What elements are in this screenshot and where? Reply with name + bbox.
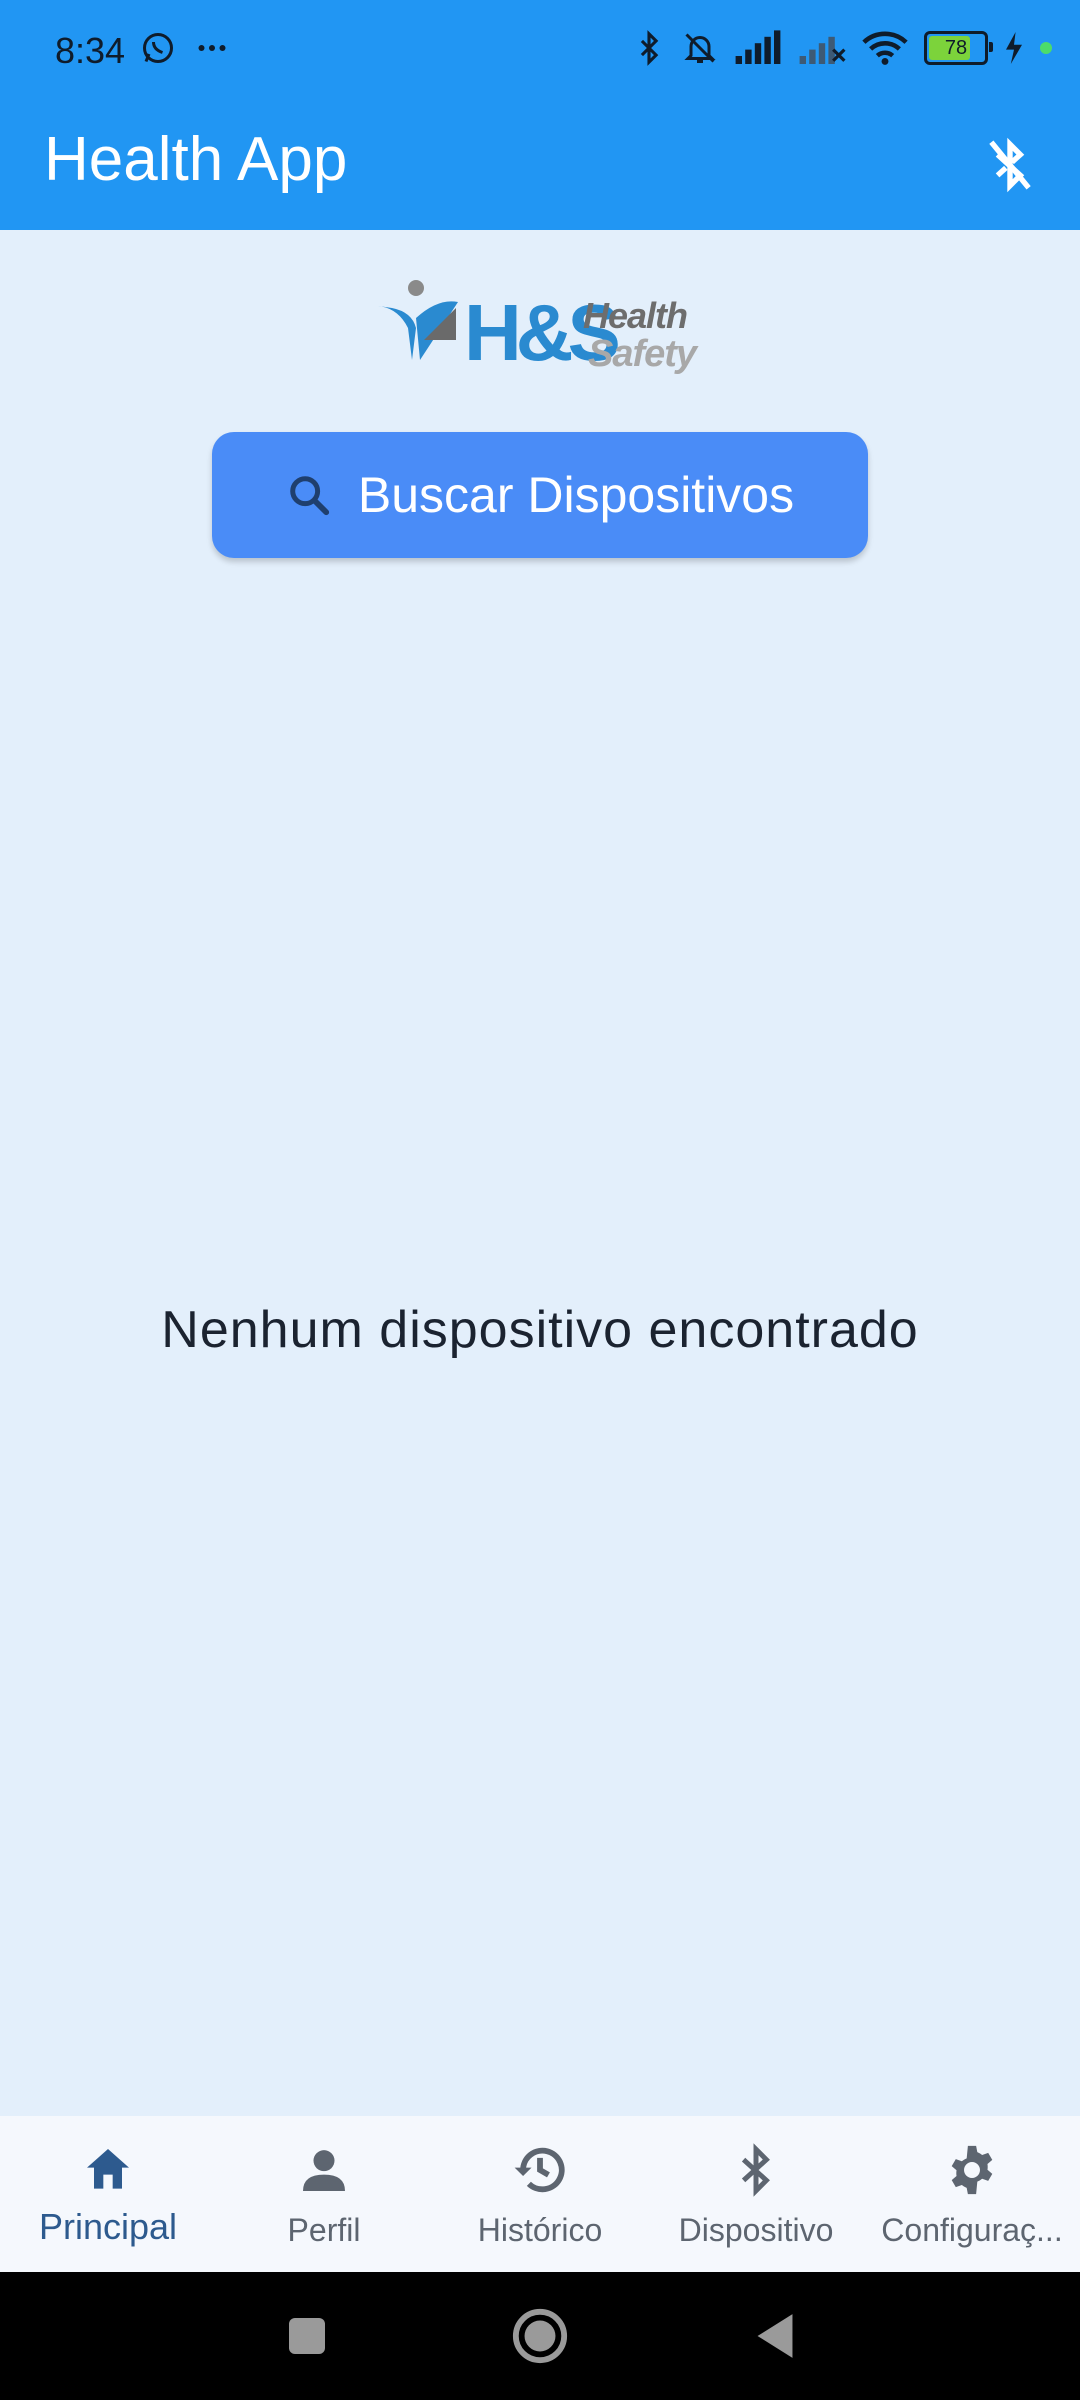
circle-home-icon	[512, 2308, 568, 2364]
system-navigation-bar	[0, 2272, 1080, 2400]
more-dots-icon	[198, 45, 226, 51]
search-icon	[290, 476, 329, 516]
bell-off-icon	[684, 33, 716, 63]
bottom-navigation-bar: Principal Perfil Histórico Dispositivo C…	[0, 2116, 1080, 2272]
signal-no-service-icon	[799, 36, 846, 64]
bluetooth-icon	[640, 30, 659, 66]
home-icon	[87, 2149, 129, 2189]
charging-indicator-dot	[1040, 42, 1052, 54]
home-system-button[interactable]	[500, 2296, 580, 2376]
nav-label-configuracoes: Configuraç...	[881, 2212, 1063, 2248]
battery-icon: 78	[924, 31, 993, 65]
nav-item-historico[interactable]: Histórico	[432, 2116, 648, 2272]
back-triangle-icon	[757, 2314, 793, 2358]
status-bar: 8:34 78	[0, 0, 1080, 100]
empty-state-message: Nenhum dispositivo encontrado	[161, 1301, 919, 1359]
status-notification-icons	[140, 30, 230, 66]
nav-item-dispositivo[interactable]: Dispositivo	[648, 2116, 864, 2272]
status-system-icons: 78	[632, 28, 1052, 68]
wifi-icon	[862, 31, 908, 65]
nav-item-principal[interactable]: Principal	[0, 2116, 216, 2272]
nav-label-historico: Histórico	[477, 2212, 603, 2248]
logo-health-text: Health	[583, 295, 687, 336]
nav-item-configuracoes[interactable]: Configuraç...	[864, 2116, 1080, 2272]
nav-label-perfil: Perfil	[287, 2212, 361, 2248]
back-button[interactable]	[735, 2296, 815, 2376]
status-time: 8:34	[55, 30, 126, 71]
app-title: Health App	[44, 125, 348, 194]
square-icon	[289, 2318, 325, 2354]
search-devices-button[interactable]: Buscar Dispositivos	[212, 432, 868, 558]
nav-label-dispositivo: Dispositivo	[678, 2212, 834, 2248]
hs-logo: H&S Health Safety	[378, 278, 708, 378]
charging-icon	[1006, 32, 1022, 64]
whatsapp-icon	[143, 33, 173, 63]
bluetooth-disabled-icon	[989, 137, 1031, 193]
nav-label-principal: Principal	[38, 2206, 178, 2247]
history-icon	[514, 2147, 565, 2193]
bluetooth-icon	[741, 2143, 770, 2197]
gear-icon	[951, 2145, 993, 2195]
nav-item-perfil[interactable]: Perfil	[216, 2116, 432, 2272]
signal-icon	[735, 30, 781, 64]
person-icon	[303, 2150, 345, 2191]
bluetooth-toggle-button[interactable]	[970, 125, 1050, 205]
battery-level: 78	[944, 36, 968, 59]
search-devices-label: Buscar Dispositivos	[357, 467, 795, 523]
recents-button[interactable]	[267, 2296, 347, 2376]
logo-safety-text: Safety	[588, 333, 699, 375]
app-bar: Health App	[0, 100, 1080, 230]
